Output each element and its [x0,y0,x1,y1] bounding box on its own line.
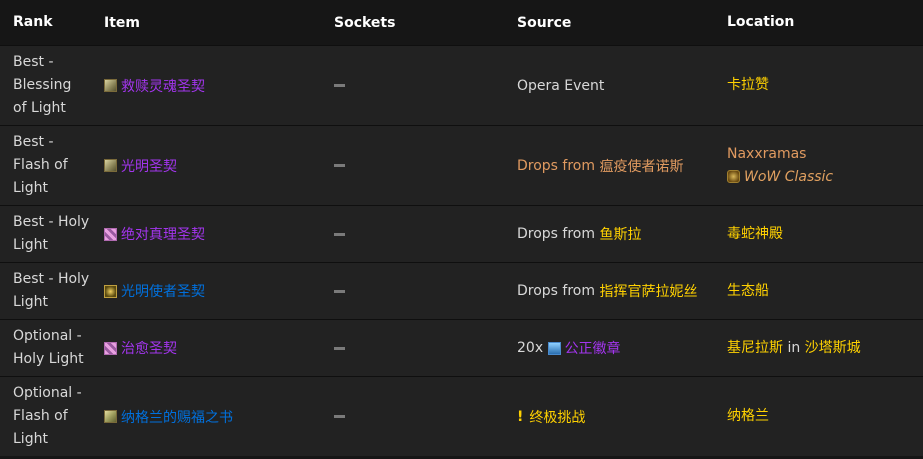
zone-link[interactable]: 毒蛇神殿 [727,226,783,242]
item-link[interactable]: 光明圣契 [121,156,177,176]
rank-cell: Best - Blessing of Light [13,54,72,116]
item-link[interactable]: 治愈圣契 [121,338,177,358]
zone-link[interactable]: 纳格兰 [727,408,769,424]
table-row: Best - Holy Light 绝对真理圣契 Drops from 鱼斯拉 … [0,205,923,262]
location-cell: 卡拉赞 [727,74,923,97]
libram-icon[interactable] [104,227,117,241]
item-cell: 纳格兰的赐福之书 [104,407,334,427]
libram-icon[interactable] [104,284,117,298]
zone-link[interactable]: 沙塔斯城 [805,340,861,356]
npc-link[interactable]: 指挥官萨拉妮丝 [599,281,697,301]
table-row: Best - Flash of Light 光明圣契 Drops from 瘟疫… [0,125,923,205]
source-cell: Drops from 瘟疫使者诺斯 [517,156,684,176]
location-cell: 毒蛇神殿 [727,223,923,246]
item-cell: 绝对真理圣契 [104,224,334,244]
npc-link[interactable]: 瘟疫使者诺斯 [599,156,683,176]
rank-cell: Optional - Flash of Light [13,385,82,447]
item-cell: 光明使者圣契 [104,281,334,301]
dash-icon [334,289,345,293]
rank-cell: Best - Flash of Light [13,134,68,196]
zone-link[interactable]: 卡拉赞 [727,77,769,93]
rank-cell: Best - Holy Light [13,214,90,253]
dash-icon [334,415,345,418]
table-row: Optional - Holy Light 治愈圣契 20x 公正徽章 基尼拉斯… [0,319,923,376]
table-row: Best - Blessing of Light 救赎灵魂圣契 Opera Ev… [0,45,923,125]
book-icon[interactable] [104,410,117,423]
location-cell: 纳格兰 [727,405,923,428]
npc-link[interactable]: 基尼拉斯 [727,340,783,356]
badge-icon[interactable] [547,341,561,355]
rank-cell: Optional - Holy Light [13,328,84,367]
currency-link[interactable]: 公正徽章 [565,338,621,358]
sockets-cell [334,340,517,356]
wow-classic-icon [727,170,740,183]
sockets-cell [334,226,517,242]
npc-link[interactable]: 鱼斯拉 [599,224,641,244]
item-link[interactable]: 救赎灵魂圣契 [121,76,205,96]
header-sockets[interactable]: Sockets [334,15,517,31]
dash-icon [334,346,345,350]
source-cell: Drops from 鱼斯拉 [517,224,642,244]
dash-icon [334,232,345,236]
header-location[interactable]: Location [727,11,923,34]
item-cell: 救赎灵魂圣契 [104,76,334,96]
item-table: Rank Item Sockets Source Location Best -… [0,0,923,456]
zone-link[interactable]: Naxxramas [727,143,923,166]
source-cell: Opera Event [517,77,605,94]
sockets-cell [334,409,517,425]
table-header: Rank Item Sockets Source Location [0,0,923,45]
sockets-cell [334,78,517,94]
libram-icon[interactable] [104,159,117,172]
header-item[interactable]: Item [104,15,334,31]
header-rank[interactable]: Rank [0,11,104,34]
item-cell: 治愈圣契 [104,338,334,358]
location-cell: Naxxramas WoW Classic [727,143,923,189]
source-cell: ! 终极挑战 [517,407,727,427]
libram-icon[interactable] [104,79,117,92]
quest-link[interactable]: 终极挑战 [529,407,585,427]
rank-cell: Best - Holy Light [13,271,90,310]
header-source[interactable]: Source [517,15,727,31]
item-link[interactable]: 绝对真理圣契 [121,224,205,244]
item-link[interactable]: 光明使者圣契 [121,281,205,301]
sockets-cell [334,158,517,174]
table-row: Best - Holy Light 光明使者圣契 Drops from 指挥官萨… [0,262,923,319]
location-cell: 生态船 [727,280,923,303]
wow-classic-label: WoW Classic [727,166,923,189]
quest-exclamation-icon: ! [517,408,524,425]
table-row: Optional - Flash of Light 纳格兰的赐福之书 ! 终极挑战… [0,376,923,456]
sockets-cell [334,283,517,299]
location-cell: 基尼拉斯 in 沙塔斯城 [727,339,861,356]
dash-icon [334,84,345,87]
item-link[interactable]: 纳格兰的赐福之书 [121,407,233,427]
dash-icon [334,164,345,167]
zone-link[interactable]: 生态船 [727,283,769,299]
source-cell: Drops from 指挥官萨拉妮丝 [517,281,698,301]
source-cell: 20x 公正徽章 [517,338,621,358]
item-cell: 光明圣契 [104,156,334,176]
libram-icon[interactable] [104,341,117,355]
